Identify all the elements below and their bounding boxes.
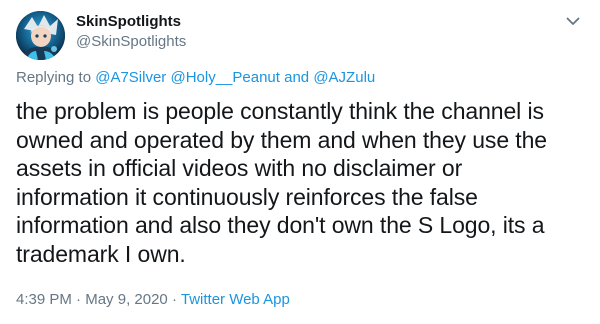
meta-separator: · — [171, 291, 177, 308]
tweet-line: information and also they don't own the … — [16, 212, 545, 238]
avatar[interactable] — [16, 11, 65, 60]
display-name[interactable]: SkinSpotlights — [76, 12, 181, 32]
meta-separator: · — [76, 291, 82, 308]
tweet-line: owned and operated by them and when they… — [16, 126, 547, 153]
tweet-time[interactable]: 4:39 PM — [16, 291, 72, 308]
tweet-meta: 4:39 PM · May 9, 2020 · Twitter Web App — [16, 290, 290, 310]
mention-link[interactable]: @AJZulu — [313, 69, 375, 86]
mention-and[interactable]: and — [284, 69, 309, 86]
tweet-line: assets in official videos with no discla… — [16, 155, 463, 181]
tweet-line: information it continuously reinforces t… — [16, 183, 478, 210]
tweet-text: the problem is people constantly think t… — [16, 97, 584, 268]
replying-to: Replying to @A7Silver @Holy__Peanut and … — [16, 68, 375, 88]
tweet-date[interactable]: May 9, 2020 — [85, 291, 168, 308]
replying-prefix: Replying to — [16, 69, 92, 86]
tweet-line: the problem is people constantly think t… — [16, 98, 544, 124]
mention-link[interactable]: @Holy__Peanut — [170, 69, 279, 86]
tweet-line: trademark I own. — [16, 240, 186, 267]
tweet-card: SkinSpotlights @SkinSpotlights Replying … — [0, 0, 600, 324]
chevron-down-glyph — [566, 17, 580, 25]
user-handle[interactable]: @SkinSpotlights — [76, 32, 186, 52]
tweet-source[interactable]: Twitter Web App — [181, 291, 290, 308]
chevron-down-icon[interactable] — [562, 10, 584, 32]
avatar-image — [16, 11, 65, 60]
mention-link[interactable]: @A7Silver — [95, 69, 166, 86]
